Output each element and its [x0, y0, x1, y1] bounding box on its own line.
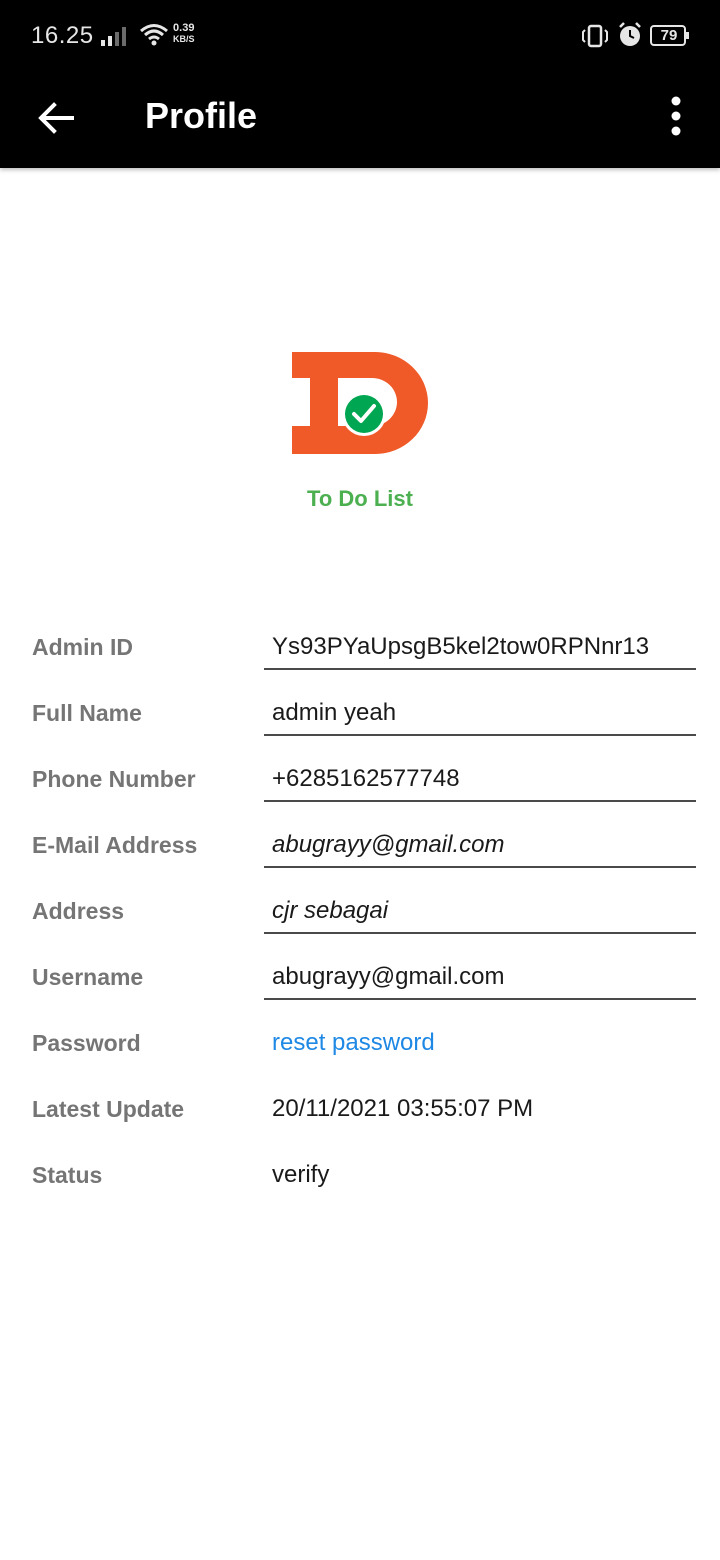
signal-icon: [101, 27, 126, 46]
latest-update-value: 20/11/2021 03:55:07 PM: [272, 1095, 534, 1122]
latest-update-label: Latest Update: [32, 1096, 185, 1122]
row-status: Status verify: [0, 1158, 720, 1198]
app-bar: Profile: [0, 72, 720, 168]
username-label: Username: [32, 964, 144, 990]
phone-label: Phone Number: [32, 766, 196, 792]
row-phone: Phone Number +6285162577748: [0, 762, 720, 802]
row-username: Username abugrayy@gmail.com: [0, 960, 720, 1000]
address-label: Address: [32, 898, 125, 924]
email-label: E-Mail Address: [32, 832, 198, 858]
arrow-back-icon: [38, 102, 74, 134]
admin-id-label: Admin ID: [32, 634, 133, 660]
network-speed-unit: KB/S: [173, 34, 195, 44]
row-latest-update: Latest Update 20/11/2021 03:55:07 PM: [0, 1092, 720, 1132]
status-bar: 16.25 0.39 KB/S 79: [0, 0, 720, 72]
page-title: Profile: [145, 95, 258, 136]
address-field[interactable]: cjr sebagai: [264, 894, 696, 934]
row-full-name: Full Name admin yeah: [0, 696, 720, 736]
more-options-button[interactable]: [656, 90, 696, 146]
network-speed: 0.39 KB/S: [173, 23, 195, 45]
more-vert-icon: [671, 96, 681, 136]
status-value: verify: [272, 1161, 330, 1188]
full-name-label: Full Name: [32, 700, 142, 726]
phone-field[interactable]: +6285162577748: [264, 762, 696, 802]
row-address: Address cjr sebagai: [0, 894, 720, 934]
status-time: 16.25: [31, 22, 94, 49]
todo-logo: [292, 352, 428, 454]
password-label: Password: [32, 1030, 141, 1056]
row-email: E-Mail Address abugrayy@gmail.com: [0, 828, 720, 868]
admin-id-field[interactable]: Ys93PYaUpsgB5kel2tow0RPNnr13: [264, 630, 696, 670]
network-speed-value: 0.39: [173, 22, 195, 34]
status-label: Status: [32, 1162, 103, 1188]
row-admin-id: Admin ID Ys93PYaUpsgB5kel2tow0RPNnr13: [0, 630, 720, 670]
username-field[interactable]: abugrayy@gmail.com: [264, 960, 696, 1000]
alarm-icon: [619, 22, 641, 46]
reset-password-link[interactable]: reset password: [264, 1026, 696, 1066]
battery-level: 79: [660, 27, 678, 44]
email-field[interactable]: abugrayy@gmail.com: [264, 828, 696, 868]
logo-caption: To Do List: [307, 486, 413, 511]
back-button[interactable]: [30, 90, 86, 146]
row-password: Password reset password: [0, 1026, 720, 1066]
full-name-field[interactable]: admin yeah: [264, 696, 696, 736]
vibrate-icon: [582, 24, 608, 48]
wifi-icon: [140, 24, 168, 46]
